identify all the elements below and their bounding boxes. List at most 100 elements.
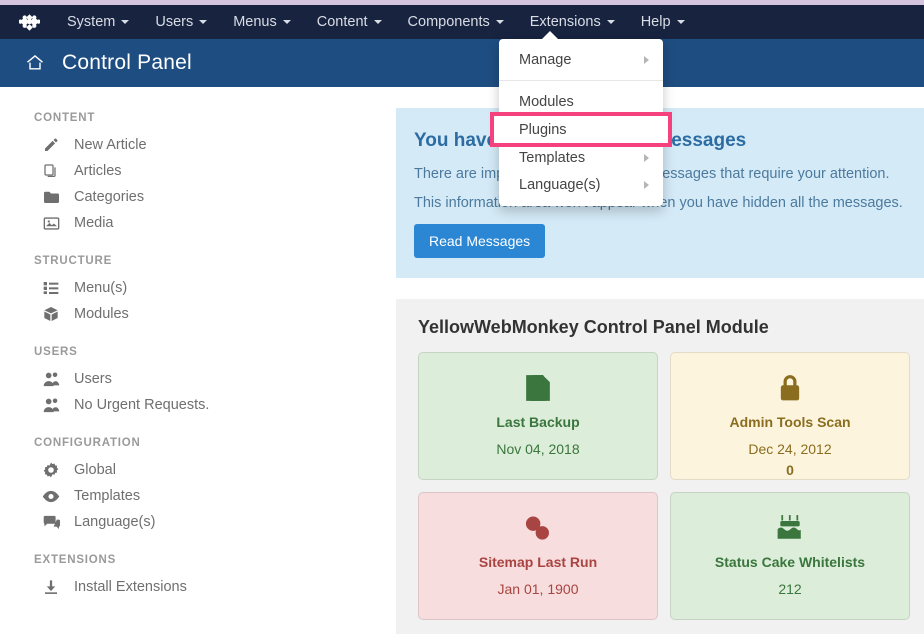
sidebar-group-structure: STRUCTURE Menu(s) Modules (0, 255, 396, 327)
sidebar-item-new-article[interactable]: New Article (0, 132, 396, 158)
menu-item-help[interactable]: Help (628, 5, 698, 39)
copy-icon (40, 162, 62, 180)
dropdown-item-label: Language(s) (519, 176, 601, 193)
dropdown-item-label: Templates (519, 149, 586, 166)
sidebar-item-global[interactable]: Global (0, 457, 396, 483)
sidebar-group-title: USERS (34, 346, 78, 358)
menu-item-label: Menus (233, 14, 277, 30)
cube-icon (40, 305, 62, 323)
folder-icon (40, 188, 62, 206)
chevron-right-icon (644, 55, 649, 64)
sidebar: CONTENT New Article Articles Categories … (0, 87, 396, 613)
dropdown-item-templates[interactable]: Templates (499, 144, 663, 171)
sidebar-item-menus[interactable]: Menu(s) (0, 275, 396, 301)
page-header: Control Panel (0, 39, 924, 87)
sidebar-item-label: Users (74, 371, 112, 387)
page-title: Control Panel (62, 51, 192, 74)
sidebar-item-label: Modules (74, 306, 129, 322)
menu-item-label: Content (316, 14, 368, 30)
sidebar-group-content: CONTENT New Article Articles Categories … (0, 112, 396, 236)
stat-card-grid: Last Backup Nov 04, 2018 Admin Tools Sca… (410, 352, 910, 620)
sidebar-item-label: Language(s) (74, 514, 156, 530)
chevron-down-icon (495, 20, 504, 24)
stat-card-label: Sitemap Last Run (478, 554, 598, 570)
menu-item-extensions[interactable]: Extensions (517, 5, 628, 39)
dropdown-divider (499, 80, 663, 81)
sidebar-item-label: Media (74, 215, 114, 231)
menu-item-label: Users (155, 14, 194, 30)
sidebar-item-label: Categories (74, 189, 145, 205)
sidebar-item-label: Global (74, 462, 116, 478)
menu-item-label: System (67, 14, 116, 30)
image-icon (40, 214, 62, 232)
menu-item-label: Help (640, 14, 671, 30)
sidebar-item-templates[interactable]: Templates (0, 483, 396, 509)
lock-icon (671, 371, 909, 405)
sidebar-group-title: STRUCTURE (34, 255, 113, 267)
stat-card-sitemap-last-run[interactable]: Sitemap Last Run Jan 01, 1900 (418, 492, 658, 620)
dropdown-item-label: Modules (519, 93, 574, 110)
home-icon (24, 52, 46, 74)
download-icon (40, 578, 62, 596)
chain-link-icon (419, 511, 657, 545)
sidebar-item-media[interactable]: Media (0, 210, 396, 236)
stat-card-value-secondary: 0 (786, 462, 794, 478)
dropdown-item-label: Plugins (519, 121, 567, 138)
sidebar-item-label: Install Extensions (74, 579, 187, 595)
dropdown-item-label: Manage (519, 51, 572, 68)
sidebar-group-extensions: EXTENSIONS Install Extensions (0, 554, 396, 600)
eye-icon (40, 487, 62, 505)
users-icon (40, 396, 62, 414)
control-panel-module: YellowWebMonkey Control Panel Module Las… (396, 299, 924, 634)
sidebar-group-title: CONTENT (34, 112, 96, 124)
menu-item-content[interactable]: Content (304, 5, 395, 39)
sidebar-item-label: Templates (74, 488, 141, 504)
stat-card-label: Admin Tools Scan (729, 414, 851, 430)
sidebar-item-modules[interactable]: Modules (0, 301, 396, 327)
users-icon (40, 370, 62, 388)
dropdown-item-modules[interactable]: Modules (499, 88, 663, 115)
sidebar-group-title: EXTENSIONS (34, 554, 117, 566)
chevron-down-icon (199, 20, 208, 24)
menu-item-label: Components (407, 14, 490, 30)
dropdown-item-languages[interactable]: Language(s) (499, 171, 663, 198)
gear-icon (40, 461, 62, 479)
sidebar-item-install-extensions[interactable]: Install Extensions (0, 574, 396, 600)
stat-card-admin-tools-scan[interactable]: Admin Tools Scan Dec 24, 2012 0 (670, 352, 910, 480)
stat-card-label: Status Cake Whitelists (714, 554, 866, 570)
joomla-logo-icon[interactable] (18, 11, 40, 33)
birthday-cake-icon (671, 511, 909, 545)
dropdown-caret-icon (541, 31, 559, 40)
chevron-down-icon (282, 20, 291, 24)
sidebar-group-users: USERS Users No Urgent Requests. (0, 346, 396, 418)
chevron-right-icon (644, 153, 649, 162)
sidebar-item-label: No Urgent Requests. (74, 397, 210, 413)
stat-card-value: 212 (778, 581, 802, 597)
stat-card-last-backup[interactable]: Last Backup Nov 04, 2018 (418, 352, 658, 480)
sidebar-group-title: CONFIGURATION (34, 437, 141, 449)
admin-menu-bar: System Users Menus Content Components Ex… (0, 5, 924, 39)
comment-icon (40, 513, 62, 531)
extensions-dropdown-menu: Manage Modules Plugins Templates Languag… (490, 31, 672, 206)
pencil-icon (40, 136, 62, 154)
sidebar-group-configuration: CONFIGURATION Global Templates Language(… (0, 437, 396, 535)
menu-item-users[interactable]: Users (142, 5, 220, 39)
dropdown-item-plugins[interactable]: Plugins (490, 112, 672, 147)
sidebar-item-users[interactable]: Users (0, 366, 396, 392)
dropdown-item-manage[interactable]: Manage (499, 46, 663, 73)
sidebar-item-articles[interactable]: Articles (0, 158, 396, 184)
chevron-down-icon (121, 20, 130, 24)
menu-item-system[interactable]: System (54, 5, 142, 39)
read-messages-button[interactable]: Read Messages (414, 224, 546, 258)
sidebar-item-no-urgent-requests[interactable]: No Urgent Requests. (0, 392, 396, 418)
menu-item-components[interactable]: Components (395, 5, 517, 39)
sidebar-item-categories[interactable]: Categories (0, 184, 396, 210)
menu-item-menus[interactable]: Menus (220, 5, 304, 39)
chevron-down-icon (676, 20, 685, 24)
stat-card-value: Dec 24, 2012 (748, 441, 832, 457)
floppy-disk-icon (419, 371, 657, 405)
stat-card-status-cake-whitelists[interactable]: Status Cake Whitelists 212 (670, 492, 910, 620)
list-icon (40, 279, 62, 297)
stat-card-label: Last Backup (496, 414, 580, 430)
sidebar-item-languages[interactable]: Language(s) (0, 509, 396, 535)
